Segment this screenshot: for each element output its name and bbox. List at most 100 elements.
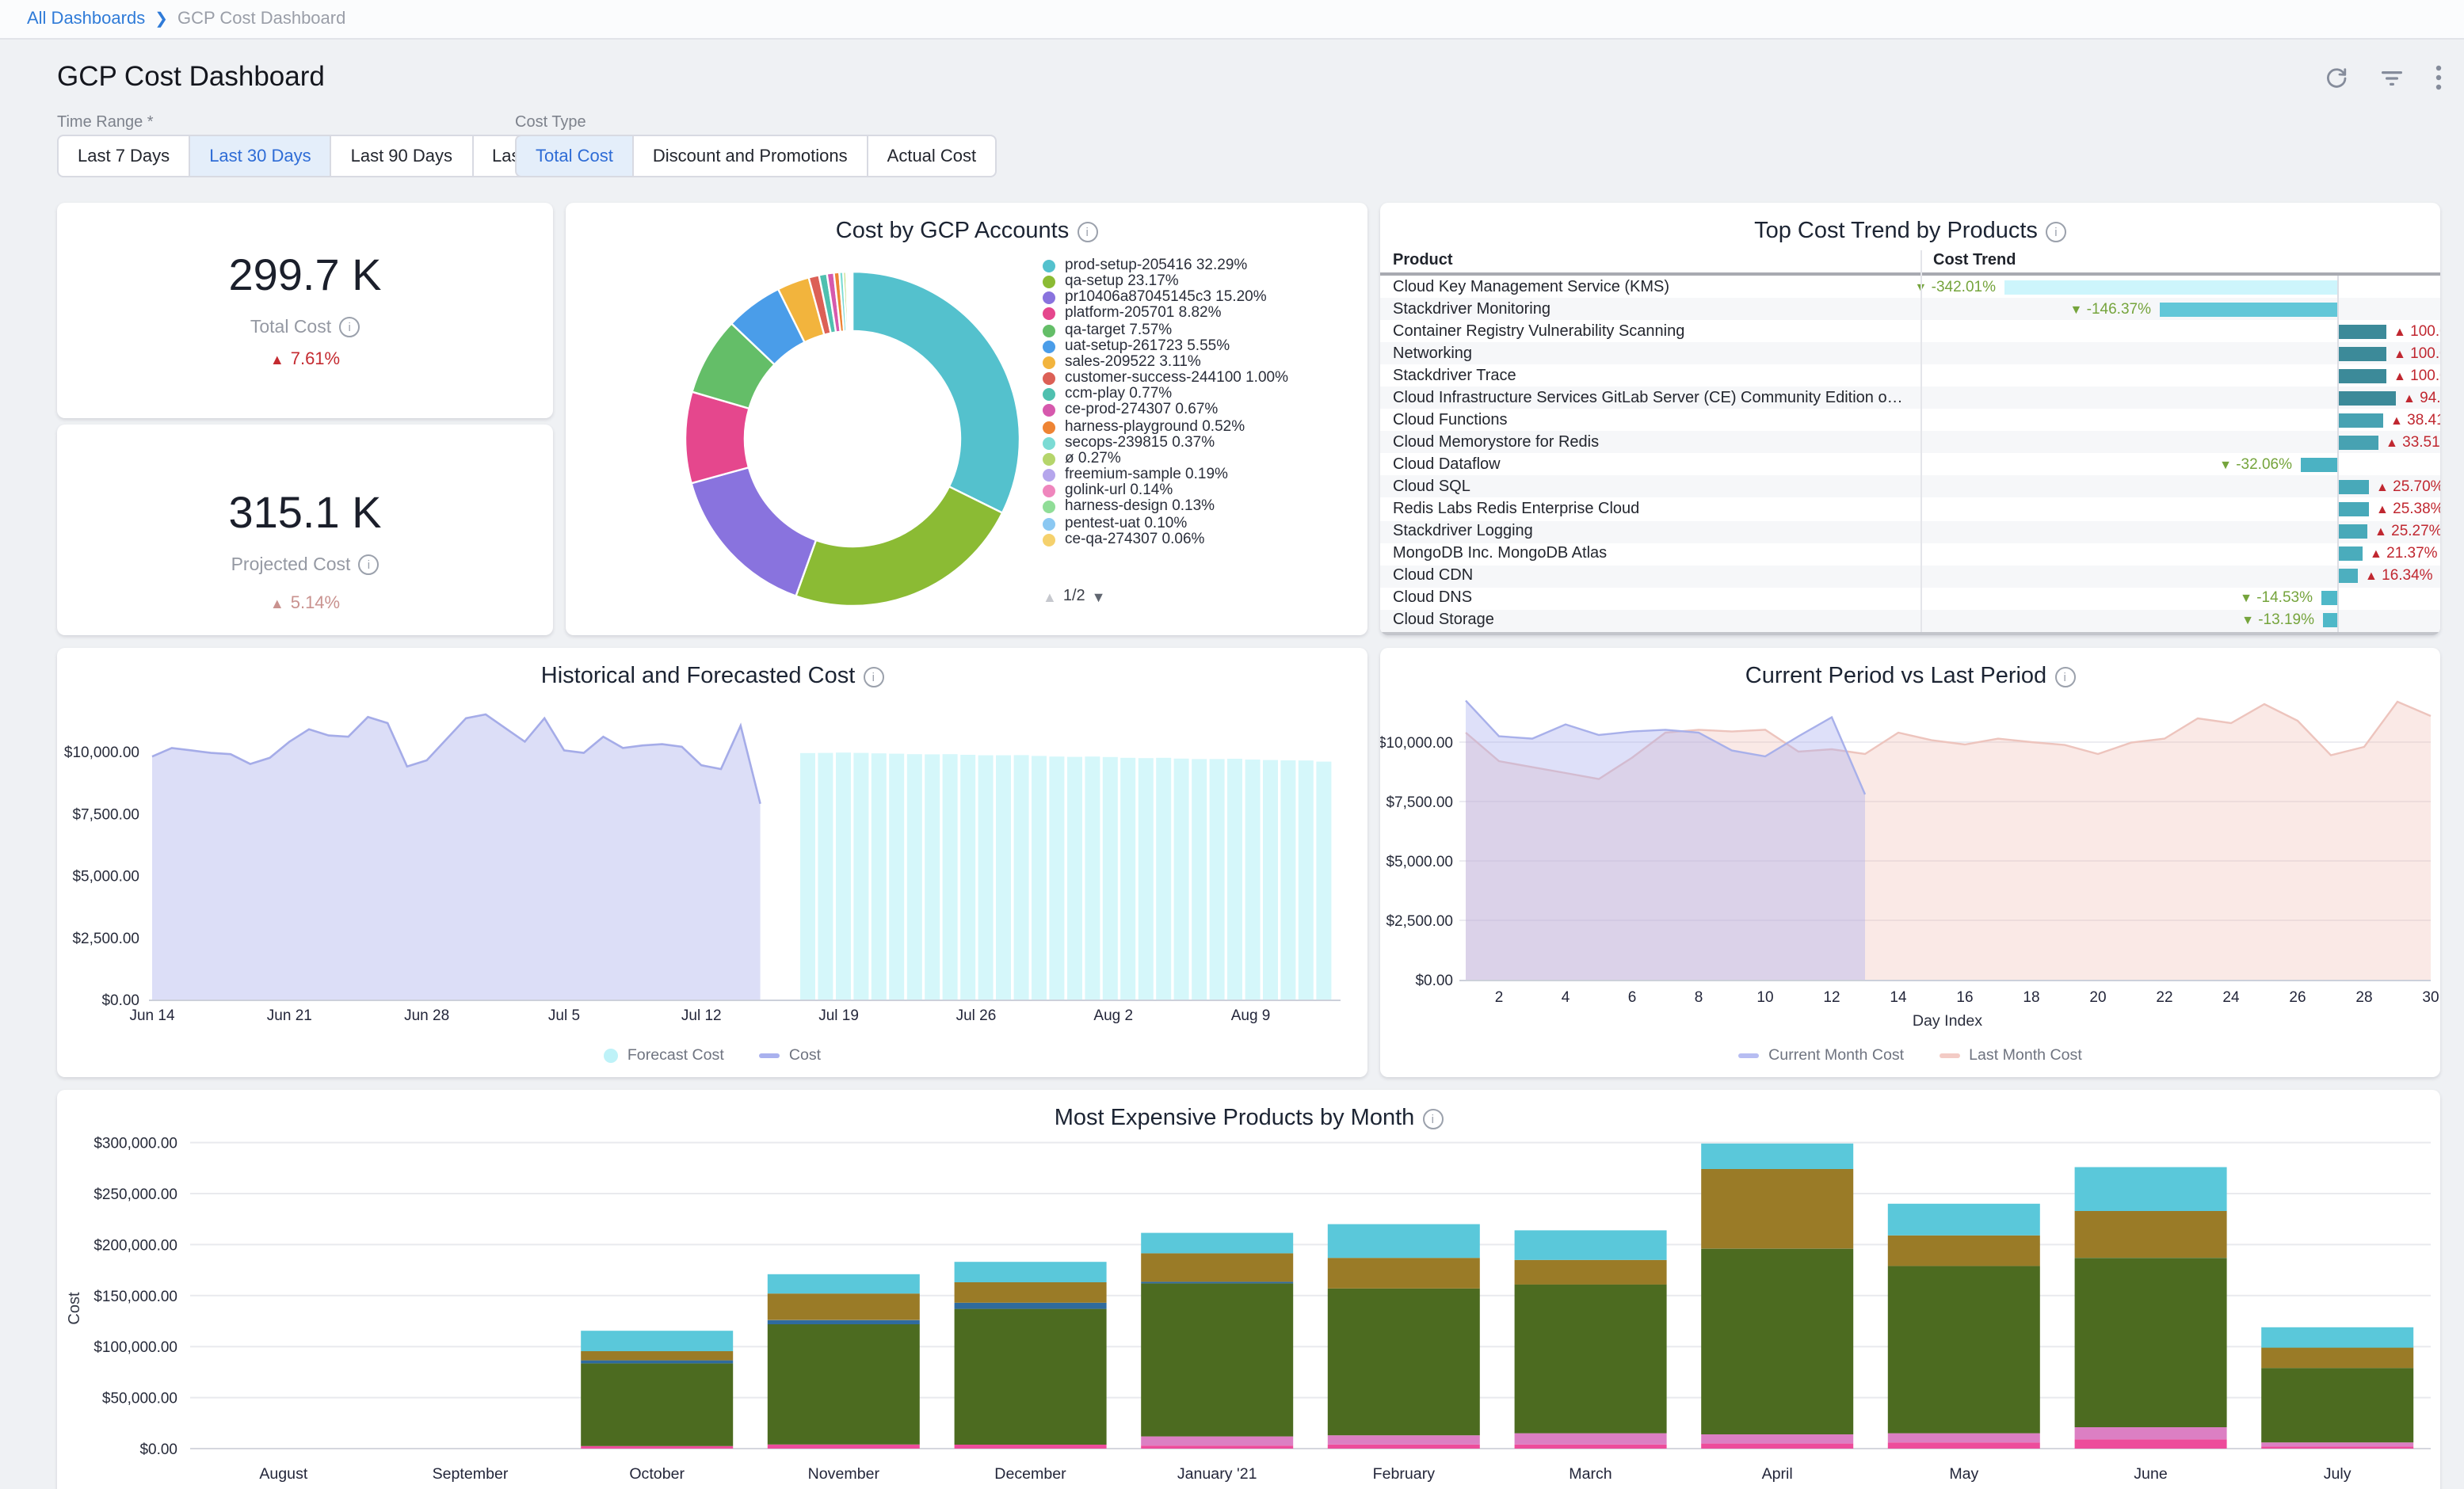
legend-cost[interactable]: Cost [759, 1047, 821, 1064]
legend-item-uat-setup-261723[interactable]: uat-setup-261723 5.55% [1043, 339, 1360, 355]
stack-segment-cyan-January '21[interactable] [1141, 1233, 1293, 1254]
stack-segment-ochre-October[interactable] [581, 1351, 733, 1361]
legend-item-pentest-uat[interactable]: pentest-uat 0.10% [1043, 516, 1360, 531]
stack-segment-cyan-May[interactable] [1888, 1204, 2040, 1236]
legend-dot-icon [1043, 469, 1055, 482]
stack-segment-ochre-February[interactable] [1328, 1258, 1480, 1289]
legend-forecast-cost[interactable]: Forecast Cost [604, 1047, 724, 1064]
legend-item-secops-239815[interactable]: secops-239815 0.37% [1043, 435, 1360, 451]
stack-segment-cyan-June[interactable] [2075, 1167, 2227, 1211]
stack-segment-light-pink-March[interactable] [1515, 1434, 1667, 1445]
stack-segment-cyan-April[interactable] [1701, 1144, 1853, 1169]
donut-slice-qa-setup[interactable] [796, 486, 1003, 606]
stack-segment-pink-December[interactable] [955, 1445, 1107, 1449]
time-range-option-0[interactable]: Last 7 Days [57, 135, 190, 177]
refresh-icon[interactable] [2325, 66, 2348, 89]
stack-segment-pink-March[interactable] [1515, 1445, 1667, 1449]
axis-label: Day Index [1913, 1012, 1982, 1030]
stack-segment-green-December[interactable] [955, 1309, 1107, 1445]
kebab-menu-icon[interactable] [2435, 65, 2442, 90]
stack-segment-light-pink-April[interactable] [1701, 1434, 1853, 1444]
filter-icon[interactable] [2380, 67, 2404, 88]
stack-segment-green-July[interactable] [2261, 1368, 2413, 1442]
legend-current-month[interactable]: Current Month Cost [1738, 1047, 1904, 1064]
stack-segment-blue-January '21[interactable] [1141, 1281, 1293, 1283]
time-range-option-1[interactable]: Last 30 Days [189, 135, 331, 177]
info-icon[interactable] [1422, 1109, 1443, 1129]
stack-segment-ochre-June[interactable] [2075, 1211, 2227, 1258]
info-icon[interactable] [358, 554, 379, 575]
cost-type-option-1[interactable]: Discount and Promotions [632, 135, 868, 177]
triangle-down-icon: ▼ [2070, 302, 2083, 316]
stack-segment-ochre-July[interactable] [2261, 1347, 2413, 1368]
legend-item-sales-209522[interactable]: sales-209522 3.11% [1043, 355, 1360, 371]
cost-type-option-2[interactable]: Actual Cost [867, 135, 997, 177]
col-product[interactable]: Product [1393, 252, 1453, 269]
page-up-icon[interactable]: ▲ [1043, 588, 1057, 604]
stack-segment-light-pink-January '21[interactable] [1141, 1437, 1293, 1446]
donut-slice-prod-setup-205416[interactable] [852, 272, 1020, 513]
legend-item-ccm-play[interactable]: ccm-play 0.77% [1043, 387, 1360, 403]
stack-segment-cyan-February[interactable] [1328, 1224, 1480, 1259]
page-down-icon[interactable]: ▼ [1092, 588, 1106, 604]
cost-type-option-0[interactable]: Total Cost [515, 135, 634, 177]
stack-segment-green-February[interactable] [1328, 1289, 1480, 1435]
legend-item-ce-prod-274307[interactable]: ce-prod-274307 0.67% [1043, 403, 1360, 419]
legend-item-ce-qa-274307[interactable]: ce-qa-274307 0.06% [1043, 531, 1360, 547]
legend-item-golink-url[interactable]: golink-url 0.14% [1043, 483, 1360, 499]
stack-segment-green-November[interactable] [768, 1324, 920, 1445]
stack-segment-blue-October[interactable] [581, 1361, 733, 1364]
stack-segment-cyan-October[interactable] [581, 1331, 733, 1351]
stack-segment-blue-December[interactable] [955, 1303, 1107, 1309]
stack-segment-pink-February[interactable] [1328, 1445, 1480, 1449]
stack-segment-pink-November[interactable] [768, 1445, 920, 1449]
legend-item-platform-205701[interactable]: platform-205701 8.82% [1043, 307, 1360, 322]
stack-segment-ochre-January '21[interactable] [1141, 1253, 1293, 1281]
stack-segment-ochre-March[interactable] [1515, 1260, 1667, 1285]
legend-item-qa-setup[interactable]: qa-setup 23.17% [1043, 274, 1360, 290]
legend-item-harness-playground[interactable]: harness-playground 0.52% [1043, 419, 1360, 435]
stack-segment-pink-April[interactable] [1701, 1444, 1853, 1449]
stack-segment-cyan-March[interactable] [1515, 1230, 1667, 1259]
stack-segment-green-May[interactable] [1888, 1266, 2040, 1433]
legend-text: freemium-sample 0.19% [1065, 467, 1228, 483]
info-icon[interactable] [1077, 222, 1097, 242]
stack-segment-pink-July[interactable] [2261, 1446, 2413, 1449]
time-range-option-2[interactable]: Last 90 Days [330, 135, 473, 177]
stack-segment-cyan-November[interactable] [768, 1274, 920, 1293]
legend-item-harness-design[interactable]: harness-design 0.13% [1043, 500, 1360, 516]
legend-item-ø[interactable]: ø 0.27% [1043, 451, 1360, 467]
breadcrumb-all-dashboards-link[interactable]: All Dashboards [27, 10, 145, 29]
stack-segment-ochre-November[interactable] [768, 1293, 920, 1320]
legend-last-month[interactable]: Last Month Cost [1939, 1047, 2082, 1064]
stack-segment-cyan-July[interactable] [2261, 1327, 2413, 1348]
stack-segment-pink-January '21[interactable] [1141, 1445, 1293, 1449]
stack-segment-green-January '21[interactable] [1141, 1283, 1293, 1436]
stack-segment-pink-June[interactable] [2075, 1439, 2227, 1449]
legend-item-freemium-sample[interactable]: freemium-sample 0.19% [1043, 467, 1360, 483]
stack-segment-ochre-April[interactable] [1701, 1169, 1853, 1248]
stack-segment-green-June[interactable] [2075, 1258, 2227, 1427]
stack-segment-light-pink-February[interactable] [1328, 1435, 1480, 1445]
axis-label: $5,000.00 [1386, 854, 1453, 870]
stack-segment-pink-May[interactable] [1888, 1442, 2040, 1449]
stack-segment-light-pink-May[interactable] [1888, 1434, 2040, 1443]
legend-item-prod-setup-205416[interactable]: prod-setup-205416 32.29% [1043, 258, 1360, 274]
legend-item-qa-target[interactable]: qa-target 7.57% [1043, 322, 1360, 338]
stack-segment-ochre-May[interactable] [1888, 1236, 2040, 1266]
stack-segment-green-October[interactable] [581, 1363, 733, 1445]
col-cost-trend[interactable]: Cost Trend [1933, 252, 2016, 269]
legend-item-pr10406a87045145c3[interactable]: pr10406a87045145c3 15.20% [1043, 291, 1360, 307]
info-icon[interactable] [339, 317, 360, 337]
stack-segment-light-pink-June[interactable] [2075, 1427, 2227, 1439]
stack-segment-pink-October[interactable] [581, 1446, 733, 1449]
stack-segment-ochre-December[interactable] [955, 1282, 1107, 1303]
stack-segment-cyan-December[interactable] [955, 1262, 1107, 1282]
info-icon[interactable] [2046, 222, 2066, 242]
stack-segment-light-pink-July[interactable] [2261, 1442, 2413, 1446]
stack-segment-green-March[interactable] [1515, 1285, 1667, 1434]
donut-slice-pr10406a87045145c3[interactable] [692, 467, 816, 596]
legend-item-customer-success-244100[interactable]: customer-success-244100 1.00% [1043, 371, 1360, 387]
stack-segment-green-April[interactable] [1701, 1249, 1853, 1434]
stack-segment-blue-November[interactable] [768, 1320, 920, 1324]
